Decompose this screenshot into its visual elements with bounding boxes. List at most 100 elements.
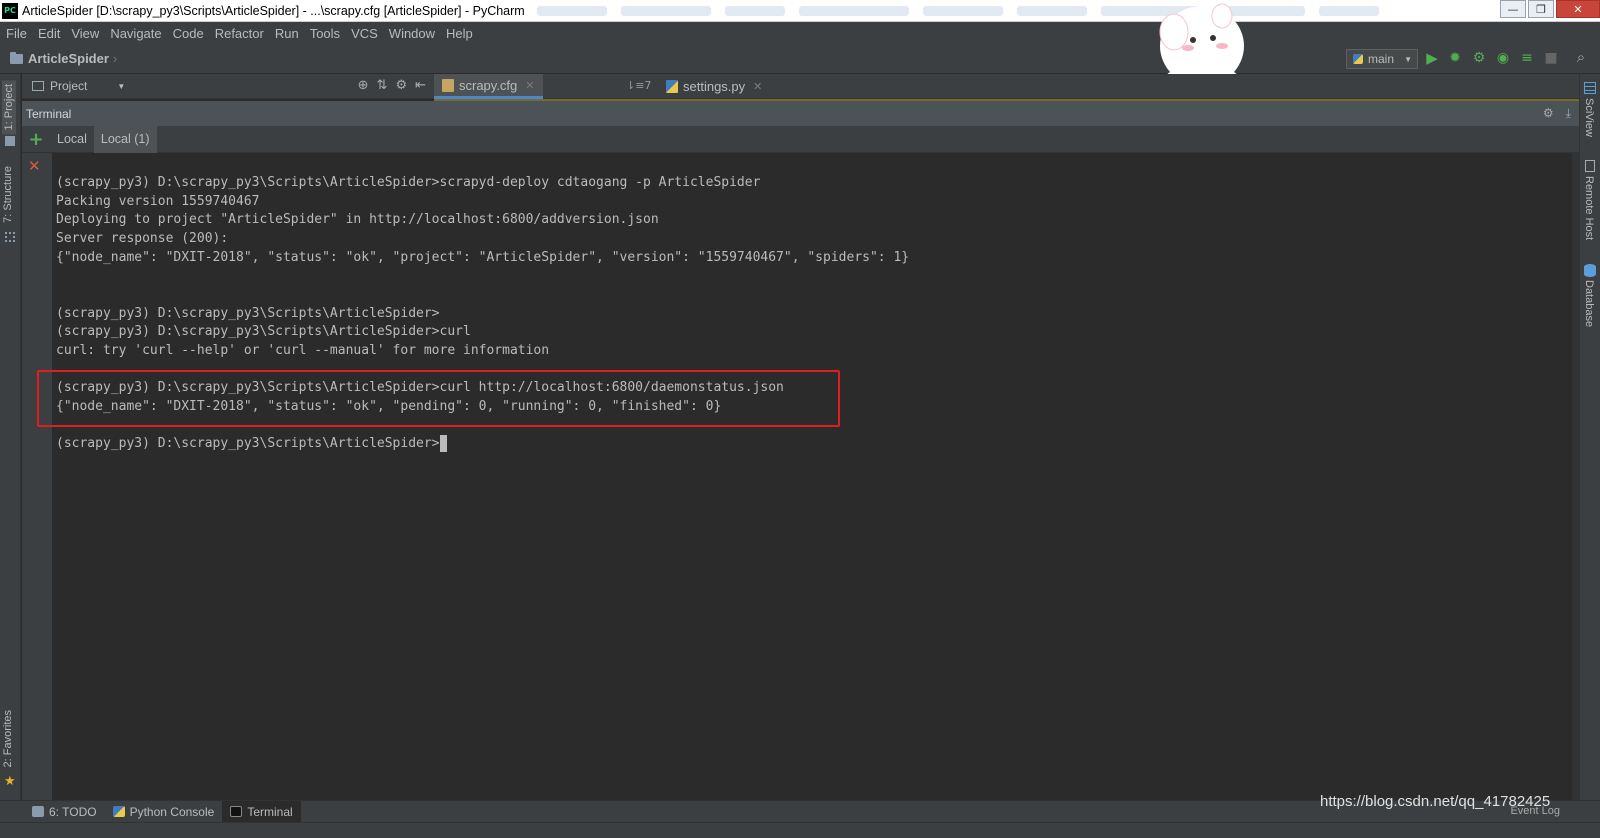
- editor-tab-scrapy-cfg[interactable]: scrapy.cfg ✕: [434, 74, 543, 99]
- editor-tab-bar: scrapy.cfg ✕ ⇂≡7 settings.py ✕: [434, 74, 1579, 99]
- search-everywhere-icon[interactable]: ⌕: [1573, 49, 1589, 65]
- stop-icon[interactable]: ■: [1543, 50, 1559, 66]
- terminal-cursor: [440, 435, 447, 452]
- watermark-text: https://blog.csdn.net/qq_41782425: [1320, 793, 1551, 810]
- window-title: ArticleSpider [D:\scrapy_py3\Scripts\Art…: [22, 3, 525, 18]
- tool-tab-python-console[interactable]: Python Console: [105, 801, 223, 823]
- tool-tab-database[interactable]: Database: [1583, 280, 1595, 327]
- tool-tab-todo-label: 6: TODO: [49, 804, 97, 819]
- debug-icon[interactable]: ✹: [1447, 50, 1463, 66]
- terminal-line: curl: try 'curl --help' or 'curl --manua…: [56, 343, 550, 358]
- terminal-prompt-line: (scrapy_py3) D:\scrapy_py3\Scripts\Artic…: [56, 436, 440, 451]
- menu-code[interactable]: Code: [173, 26, 204, 41]
- database-icon: [1584, 264, 1596, 277]
- chevron-down-icon: ▼: [117, 81, 126, 91]
- terminal-scrollbar[interactable]: [1572, 153, 1579, 800]
- menu-bar: File Edit View Navigate Code Refactor Ru…: [0, 22, 1600, 44]
- tool-tab-structure[interactable]: 7: Structure: [2, 166, 14, 223]
- project-folder-icon: [5, 136, 15, 146]
- close-tab-icon[interactable]: ✕: [525, 79, 534, 92]
- terminal-line: (scrapy_py3) D:\scrapy_py3\Scripts\Artic…: [56, 306, 440, 321]
- tool-tab-sciview[interactable]: SciView: [1583, 98, 1595, 137]
- editor-tab-settings-py[interactable]: settings.py ✕: [658, 74, 770, 99]
- run-icon[interactable]: ▶: [1424, 50, 1440, 66]
- maximize-button[interactable]: ❐: [1528, 0, 1554, 18]
- pycharm-logo-icon: PC: [2, 2, 18, 19]
- menu-window[interactable]: Window: [389, 26, 435, 41]
- terminal-title: Terminal: [26, 106, 72, 121]
- folder-icon: [10, 51, 23, 64]
- blurred-taskbar-area: [536, 5, 1600, 16]
- status-bar: [0, 822, 1600, 838]
- project-view-selector[interactable]: Project ▼: [32, 79, 125, 93]
- terminal-line: (scrapy_py3) D:\scrapy_py3\Scripts\Artic…: [56, 324, 471, 339]
- star-icon: ★: [4, 774, 16, 789]
- terminal-tab-local[interactable]: Local: [50, 126, 94, 153]
- terminal-line: {"node_name": "DXIT-2018", "status": "ok…: [56, 250, 910, 265]
- tool-tab-todo[interactable]: 6: TODO: [24, 801, 105, 823]
- terminal-header-actions: ⚙ ⤓: [1543, 106, 1571, 121]
- tab-list-icon[interactable]: ⇂≡7: [626, 79, 651, 92]
- tool-tab-remote-host[interactable]: Remote Host: [1583, 176, 1595, 240]
- remote-host-icon: [1585, 160, 1595, 172]
- right-tool-window-strip: SciView Remote Host Database: [1579, 74, 1600, 818]
- collapse-all-icon[interactable]: ⇅: [377, 78, 388, 93]
- hide-panel-icon[interactable]: ⇤: [415, 78, 426, 93]
- terminal-session-tabs: + Local Local (1): [22, 125, 1579, 153]
- chevron-down-icon: ▼: [1404, 54, 1412, 64]
- navigation-bar: ArticleSpider › main ▼ ▶ ✹ ⚙ ◉ ≡ ■ ⌕: [0, 44, 1600, 74]
- project-view-label: Project: [50, 79, 88, 93]
- project-panel-actions: ⊕ ⇅ ⚙ ⇤: [358, 78, 426, 93]
- menu-refactor[interactable]: Refactor: [215, 26, 264, 41]
- editor-tab-label: settings.py: [683, 79, 746, 94]
- window-controls: — ❐ ✕: [1498, 0, 1600, 20]
- window-titlebar: PC ArticleSpider [D:\scrapy_py3\Scripts\…: [0, 0, 1600, 22]
- menu-navigate[interactable]: Navigate: [110, 26, 161, 41]
- run-config-select[interactable]: main ▼: [1346, 49, 1418, 69]
- structure-icon: [5, 232, 15, 242]
- locate-file-icon[interactable]: ⊕: [358, 78, 369, 93]
- breadcrumb-chevron-icon: ›: [112, 51, 118, 66]
- concurrency-icon[interactable]: ≡: [1519, 50, 1535, 66]
- close-window-button[interactable]: ✕: [1556, 0, 1600, 18]
- menu-tools[interactable]: Tools: [310, 26, 340, 41]
- terminal-line: Server response (200):: [56, 231, 229, 246]
- python-file-icon: [666, 80, 678, 93]
- todo-icon: [32, 806, 44, 817]
- tool-tab-terminal[interactable]: Terminal: [222, 800, 301, 823]
- minimize-button[interactable]: —: [1500, 0, 1526, 18]
- profile-icon[interactable]: ◉: [1495, 50, 1511, 66]
- project-panel-header: Project ▼ ⊕ ⇅ ⚙ ⇤: [22, 74, 434, 99]
- breadcrumb-project-label: ArticleSpider: [28, 51, 109, 66]
- new-session-plus-icon[interactable]: +: [22, 129, 50, 150]
- highlight-annotation-box: [37, 370, 840, 427]
- left-tool-window-strip: 1: Project 7: Structure 2: Favorites ★: [0, 74, 21, 818]
- tool-tab-project[interactable]: 1: Project: [2, 80, 16, 135]
- terminal-line: Packing version 1559740467: [56, 194, 260, 209]
- python-icon: [1353, 54, 1363, 64]
- breadcrumb-project[interactable]: ArticleSpider ›: [10, 51, 117, 66]
- settings-gear-icon[interactable]: ⚙: [395, 78, 407, 93]
- config-file-icon: [442, 78, 454, 92]
- menu-help[interactable]: Help: [446, 26, 473, 41]
- menu-view[interactable]: View: [71, 26, 99, 41]
- hide-terminal-icon[interactable]: ⤓: [1566, 106, 1571, 121]
- menu-file[interactable]: File: [6, 26, 27, 41]
- menu-run[interactable]: Run: [275, 26, 299, 41]
- tool-tab-python-console-label: Python Console: [129, 804, 215, 819]
- close-session-icon[interactable]: ✕: [28, 157, 41, 175]
- close-tab-icon[interactable]: ✕: [753, 80, 762, 93]
- python-console-icon: [112, 806, 125, 817]
- coverage-icon[interactable]: ⚙: [1471, 50, 1487, 66]
- editor-tab-label: scrapy.cfg: [459, 77, 518, 93]
- menu-edit[interactable]: Edit: [38, 26, 60, 41]
- sciview-icon: [1584, 82, 1596, 94]
- terminal-tab-local-1[interactable]: Local (1): [93, 125, 157, 153]
- project-view-icon: [32, 81, 44, 91]
- run-config-label: main: [1368, 52, 1395, 66]
- tool-tab-favorites[interactable]: 2: Favorites: [2, 710, 14, 767]
- terminal-line: (scrapy_py3) D:\scrapy_py3\Scripts\Artic…: [56, 175, 761, 190]
- menu-vcs[interactable]: VCS: [351, 26, 378, 41]
- terminal-settings-gear-icon[interactable]: ⚙: [1543, 106, 1554, 121]
- terminal-line: Deploying to project "ArticleSpider" in …: [56, 212, 659, 227]
